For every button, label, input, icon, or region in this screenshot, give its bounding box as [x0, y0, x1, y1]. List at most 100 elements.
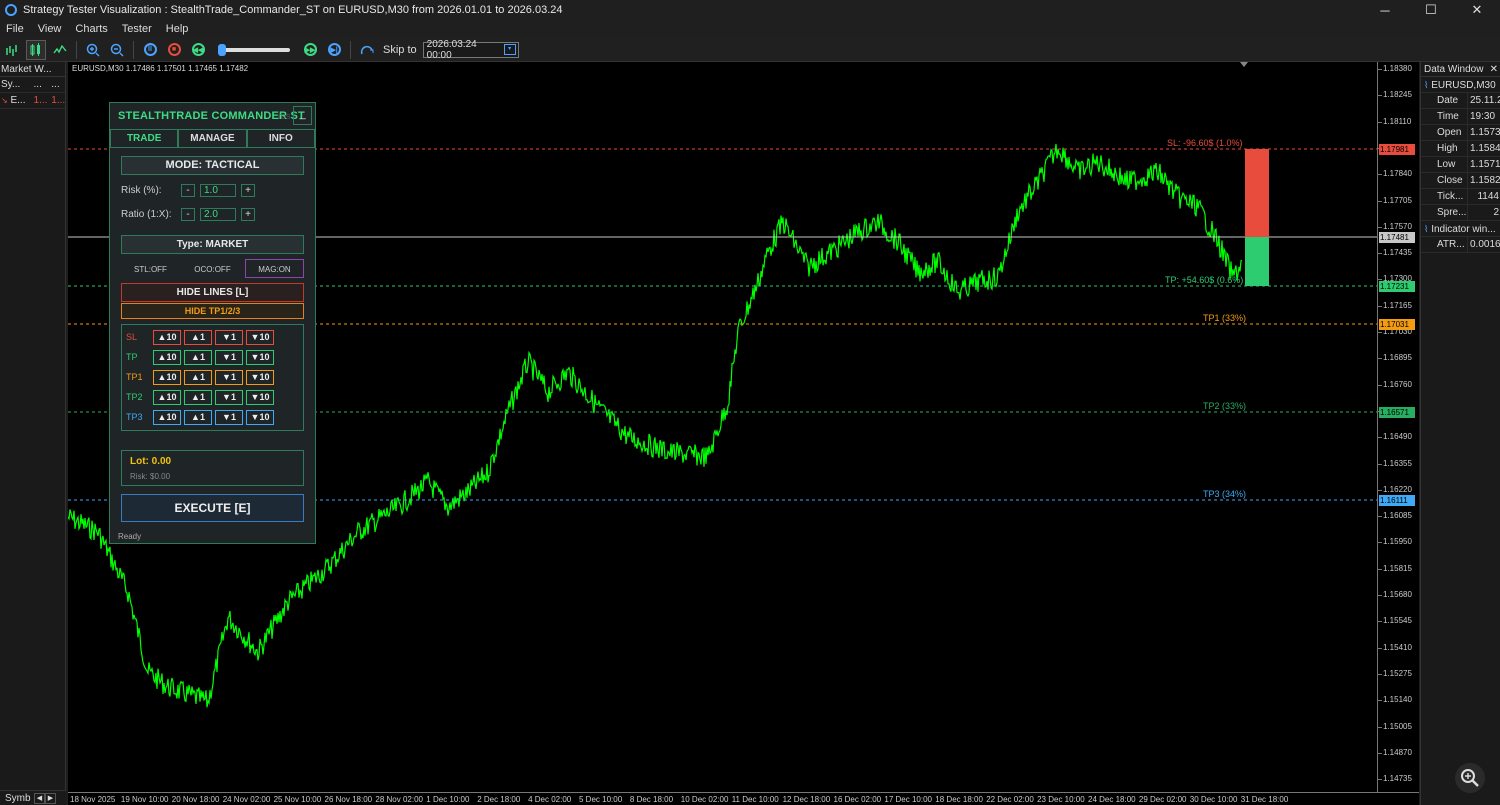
column-ask[interactable]: ...	[47, 77, 65, 92]
ratio-input[interactable]: 2.0	[200, 208, 236, 221]
column-bid[interactable]: ...	[28, 77, 48, 92]
fast-forward-icon[interactable]: ▶▶	[300, 40, 320, 60]
risk-label: Risk (%):	[121, 185, 162, 196]
speed-slider[interactable]	[218, 43, 290, 56]
risk-increase-button[interactable]: +	[241, 184, 255, 197]
hide-lines-button[interactable]: HIDE LINES [L]	[121, 283, 304, 302]
menu-charts[interactable]: Charts	[69, 23, 115, 35]
stl-toggle[interactable]: STL:OFF	[121, 259, 180, 278]
adjust-button[interactable]: ▲10	[153, 330, 181, 345]
time-axis: 18 Nov 2025 19 Nov 10:00 20 Nov 18:00 24 No…	[68, 792, 1419, 805]
adjust-button[interactable]: ▲10	[153, 350, 181, 365]
skip-to-icon[interactable]	[357, 40, 377, 60]
skip-to-date-input[interactable]: 2026.03.24 00:00 ▾	[422, 39, 519, 61]
tab-info[interactable]: INFO	[246, 129, 315, 148]
tab-trade[interactable]: TRADE	[110, 129, 179, 148]
risk-input[interactable]: 1.0	[200, 184, 236, 197]
sl-price-label: 1.17981	[1379, 144, 1415, 155]
time-tick-label: 24 Dec 18:00	[1088, 795, 1136, 804]
data-window-title: Data Window	[1424, 64, 1484, 75]
speed-slider-knob[interactable]	[218, 43, 226, 56]
line-chart-icon[interactable]	[50, 40, 70, 60]
price-tick-mark	[1378, 647, 1382, 649]
time-tick-label: 2 Dec 18:00	[477, 795, 521, 804]
adjust-button[interactable]: ▲1	[184, 330, 212, 345]
data-key: ATR...	[1437, 239, 1465, 250]
menu-tester[interactable]: Tester	[116, 23, 160, 35]
adjust-button[interactable]: ▲10	[153, 410, 181, 425]
bar-chart-icon[interactable]	[2, 40, 22, 60]
menu-file[interactable]: File	[0, 23, 32, 35]
tp1-price-label: 1.17031	[1379, 319, 1415, 330]
adjust-button[interactable]: ▲10	[153, 390, 181, 405]
panel-title-hint: ros	[278, 111, 291, 121]
adjust-button[interactable]: ▼1	[215, 330, 243, 345]
scroll-marker-icon[interactable]	[1240, 62, 1248, 67]
menu-view[interactable]: View	[32, 23, 70, 35]
tab-manage[interactable]: MANAGE	[178, 129, 247, 148]
mag-toggle[interactable]: MAG:ON	[245, 259, 304, 278]
candlestick-chart-icon[interactable]	[26, 39, 46, 60]
ratio-increase-button[interactable]: +	[241, 208, 255, 221]
symbol-name: E...	[10, 95, 26, 106]
adjust-row-label: TP2	[126, 392, 143, 402]
stop-icon[interactable]: ■	[164, 40, 184, 60]
close-button[interactable]: ✕	[1454, 0, 1500, 20]
tp-line-label: TP: +54.60$ (0.6%)	[1165, 275, 1244, 285]
time-tick-label: 18 Nov 2025	[70, 795, 116, 804]
data-value: 2	[1467, 205, 1500, 220]
adjust-button[interactable]: ▼10	[246, 370, 274, 385]
hide-tp-button[interactable]: HIDE TP1/2/3	[121, 303, 304, 319]
calendar-icon[interactable]: ▾	[503, 44, 516, 55]
maximize-button[interactable]: ☐	[1408, 0, 1454, 20]
order-type-button[interactable]: Type: MARKET	[121, 235, 304, 254]
data-window-close-icon[interactable]: ✕	[1490, 62, 1498, 77]
adjust-button[interactable]: ▼1	[215, 390, 243, 405]
time-tick-label: 18 Dec 18:00	[935, 795, 983, 804]
price-tick-mark	[1378, 700, 1382, 702]
market-watch-row[interactable]: ↘ E... 1... 1...	[0, 93, 65, 109]
skip-to-end-icon[interactable]: ▶|	[324, 40, 344, 60]
adjust-button[interactable]: ▲1	[184, 410, 212, 425]
price-tick-mark	[1378, 726, 1382, 728]
toolbar-separator	[350, 40, 351, 59]
scroll-right-icon[interactable]: ▶	[45, 792, 56, 804]
minimize-button[interactable]: ─	[1362, 0, 1408, 20]
adjust-button[interactable]: ▲1	[184, 370, 212, 385]
ratio-decrease-button[interactable]: -	[181, 208, 195, 221]
data-key: Time	[1437, 111, 1459, 122]
adjust-button[interactable]: ▼1	[215, 370, 243, 385]
menu-help[interactable]: Help	[160, 23, 197, 35]
oco-toggle[interactable]: OCO:OFF	[183, 259, 242, 278]
price-tick-label: 1.17435	[1383, 248, 1412, 258]
adjust-button[interactable]: ▲10	[153, 370, 181, 385]
risk-decrease-button[interactable]: -	[181, 184, 195, 197]
zoom-in-icon[interactable]	[83, 40, 103, 60]
execute-button[interactable]: EXECUTE [E]	[121, 494, 304, 522]
column-symbol[interactable]: Sy...	[0, 77, 28, 92]
price-tick-label: 1.16490	[1383, 432, 1412, 442]
adjust-button[interactable]: ▲1	[184, 350, 212, 365]
price-tick-mark	[1378, 752, 1382, 754]
panel-minimize-button[interactable]: _	[293, 106, 312, 125]
data-row-close: Close 1.15820	[1421, 173, 1500, 189]
zoom-out-icon[interactable]	[107, 40, 127, 60]
symbols-tab[interactable]: Symb	[0, 793, 34, 804]
pause-icon[interactable]: ll	[140, 40, 160, 60]
rewind-icon[interactable]: ◀◀	[188, 40, 208, 60]
mode-button[interactable]: MODE: TACTICAL	[121, 156, 304, 175]
adjust-button[interactable]: ▼10	[246, 410, 274, 425]
data-value: 1.15840	[1467, 141, 1500, 156]
scroll-left-icon[interactable]: ◀	[34, 792, 45, 804]
adjust-button[interactable]: ▼10	[246, 390, 274, 405]
price-tick-label: 1.16085	[1383, 511, 1412, 521]
toolbar: ll ■ ◀◀ ▶▶ ▶| Skip to 2026.03.24 00:00 ▾	[0, 38, 1500, 62]
adjust-button[interactable]: ▼10	[246, 350, 274, 365]
magnifier-icon[interactable]	[1455, 763, 1485, 793]
chart-info: EURUSD,M30 1.17486 1.17501 1.17465 1.174…	[72, 64, 249, 73]
price-tick-mark	[1378, 226, 1382, 228]
adjust-button[interactable]: ▼10	[246, 330, 274, 345]
adjust-button[interactable]: ▼1	[215, 350, 243, 365]
adjust-button[interactable]: ▼1	[215, 410, 243, 425]
adjust-button[interactable]: ▲1	[184, 390, 212, 405]
